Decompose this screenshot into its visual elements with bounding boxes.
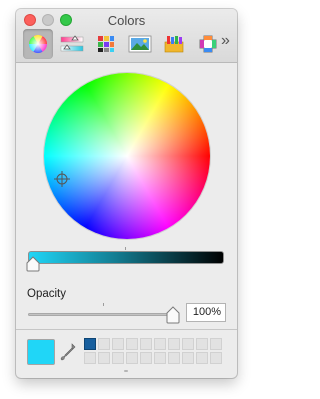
swatch-cell[interactable] <box>140 352 152 364</box>
brightness-slider-thumb[interactable] <box>25 256 41 272</box>
custom-picker-icon <box>199 35 217 53</box>
tab-pencils[interactable] <box>159 29 189 59</box>
swatch-cell[interactable] <box>210 352 222 364</box>
tab-custom-picker[interactable] <box>193 29 223 59</box>
titlebar: Colors » <box>16 9 237 63</box>
swatch-cell[interactable] <box>140 338 152 350</box>
window-title: Colors <box>107 13 146 28</box>
swatch-cell[interactable] <box>84 352 96 364</box>
swatch-cell[interactable] <box>112 352 124 364</box>
swatch-cell[interactable] <box>182 352 194 364</box>
resize-grip[interactable] <box>124 370 128 372</box>
opacity-slider[interactable] <box>28 313 178 316</box>
pencils-icon <box>164 36 184 53</box>
image-palettes-icon <box>128 35 152 53</box>
swatch-cell[interactable] <box>154 338 166 350</box>
swatch-cell[interactable] <box>126 352 138 364</box>
color-palettes-icon <box>98 36 114 52</box>
swatch-cell[interactable] <box>126 338 138 350</box>
eyedropper-icon[interactable] <box>60 342 77 363</box>
toolbar-overflow-button[interactable]: » <box>221 32 230 50</box>
picker-toolbar: » <box>21 29 233 61</box>
divider <box>16 329 237 330</box>
swatch-cell[interactable] <box>84 338 96 350</box>
swatch-cell[interactable] <box>210 338 222 350</box>
swatch-grid <box>84 338 222 364</box>
colors-window: Colors » Opacity 100% <box>16 9 237 378</box>
swatch-cell[interactable] <box>98 352 110 364</box>
swatch-cell[interactable] <box>154 352 166 364</box>
tab-image-palettes[interactable] <box>125 29 155 59</box>
opacity-tick-mark <box>103 303 104 306</box>
color-wheel-icon <box>28 34 47 54</box>
swatch-cell[interactable] <box>168 352 180 364</box>
brightness-tick-mark <box>125 247 126 250</box>
swatch-cell[interactable] <box>168 338 180 350</box>
tab-color-sliders[interactable] <box>57 29 87 59</box>
tab-color-wheel[interactable] <box>23 29 53 59</box>
swatch-cell[interactable] <box>182 338 194 350</box>
color-wheel-gradient[interactable] <box>44 73 210 239</box>
swatch-cell[interactable] <box>112 338 124 350</box>
current-color-swatch[interactable] <box>27 339 55 365</box>
color-sliders-icon <box>60 35 84 52</box>
opacity-label: Opacity <box>27 288 66 300</box>
opacity-value-field[interactable]: 100% <box>186 303 226 322</box>
crosshair-cursor-icon <box>54 171 70 187</box>
opacity-slider-thumb[interactable] <box>165 306 181 324</box>
swatch-cell[interactable] <box>98 338 110 350</box>
swatch-cell[interactable] <box>196 338 208 350</box>
swatch-cell[interactable] <box>196 352 208 364</box>
color-wheel[interactable] <box>44 73 210 239</box>
tab-color-palettes[interactable] <box>91 29 121 59</box>
brightness-slider[interactable] <box>28 251 224 264</box>
